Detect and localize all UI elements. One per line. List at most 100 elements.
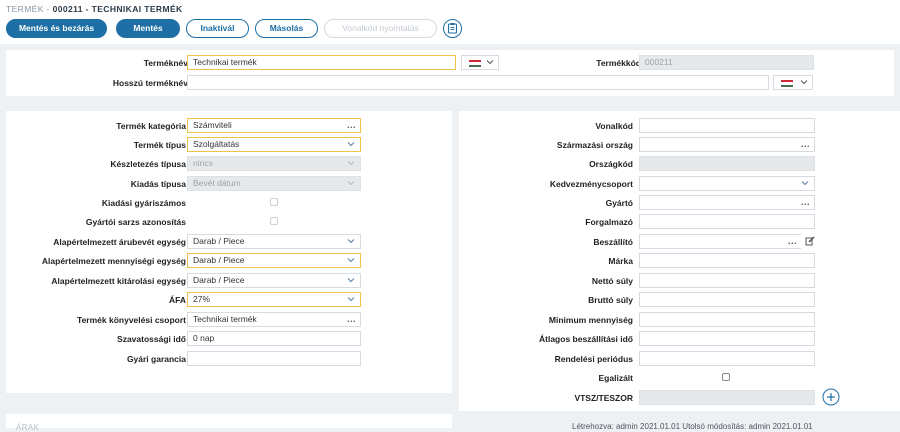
shelf-life-input[interactable]: 0 nap: [187, 331, 361, 346]
default-receipt-unit-select[interactable]: Darab / Piece: [187, 234, 361, 249]
default-issue-unit-label: Alapértelmezett kitárolási egység: [51, 276, 186, 286]
chevron-down-icon: [347, 142, 355, 147]
gross-weight-input[interactable]: [639, 292, 815, 307]
vtsz-label: VTSZ/TESZOR: [574, 393, 633, 403]
distributor-label: Forgalmazó: [585, 217, 633, 227]
toolbar-area: TERMÉK - 000211 - TECHNIKAI TERMÉK Menté…: [0, 0, 900, 44]
vtsz-input[interactable]: [639, 390, 815, 405]
name-label: Terméknév: [143, 58, 188, 68]
code-input[interactable]: 000211: [639, 55, 814, 70]
chevron-down-icon: [347, 239, 355, 244]
brand-input[interactable]: [639, 253, 815, 268]
shelf-life-label: Szavatossági idő: [117, 334, 186, 344]
warranty-input[interactable]: [187, 351, 361, 366]
issue-serial-checkbox[interactable]: [270, 198, 278, 206]
default-receipt-unit-value: Darab / Piece: [193, 236, 245, 246]
stock-type-value: nincs: [193, 158, 213, 168]
page-title: TERMÉK - 000211 - TECHNIKAI TERMÉK: [6, 4, 183, 14]
default-issue-unit-select[interactable]: Darab / Piece: [187, 273, 361, 288]
ellipsis-icon[interactable]: ...: [347, 119, 356, 132]
batch-id-label: Gyártói sarzs azonosítás: [85, 217, 186, 227]
type-value: Szolgáltatás: [193, 139, 240, 149]
long-name-input[interactable]: [187, 75, 769, 90]
stock-type-select[interactable]: nincs: [187, 156, 361, 171]
net-weight-label: Nettó súly: [591, 276, 633, 286]
general-properties-panel: Termék kategória Számviteli... Termék tí…: [6, 111, 452, 393]
country-code-input[interactable]: [639, 156, 815, 171]
save-button[interactable]: Mentés: [116, 19, 180, 38]
chevron-down-icon: [800, 80, 808, 85]
avg-lead-time-input[interactable]: [639, 331, 815, 346]
default-issue-unit-value: Darab / Piece: [193, 275, 245, 285]
ellipsis-icon[interactable]: ...: [801, 138, 810, 151]
chevron-down-icon: [347, 161, 355, 166]
warranty-label: Gyári garancia: [126, 354, 186, 364]
min-qty-input[interactable]: [639, 312, 815, 327]
supplier-input[interactable]: ...: [639, 234, 801, 249]
vat-value: 27%: [193, 294, 211, 304]
barcode-print-button[interactable]: Vonalkód nyomtatás: [324, 19, 437, 38]
default-qty-unit-value: Darab / Piece: [193, 255, 245, 265]
accounting-group-input[interactable]: Technikai termék...: [187, 312, 361, 327]
discount-group-select[interactable]: [639, 176, 815, 191]
origin-country-input[interactable]: ...: [639, 137, 815, 152]
chevron-down-icon: [347, 258, 355, 263]
barcode-input[interactable]: [639, 118, 815, 133]
discount-group-label: Kedvezménycsoport: [549, 179, 633, 189]
stock-type-label: Készletezés típusa: [110, 159, 186, 169]
record-meta: Létrehozva: admin 2021.01.01 Utolsó módo…: [572, 422, 813, 431]
settled-checkbox[interactable]: [722, 373, 730, 381]
default-receipt-unit-label: Alapértelmezett árubevét egység: [53, 237, 186, 247]
order-period-label: Rendelési periódus: [554, 354, 633, 364]
default-qty-unit-select[interactable]: Darab / Piece: [187, 253, 361, 268]
distributor-input[interactable]: [639, 214, 815, 229]
vat-select[interactable]: 27%: [187, 292, 361, 307]
barcode-label: Vonalkód: [595, 121, 633, 131]
type-label: Termék típus: [133, 140, 186, 150]
name-input[interactable]: Technikai termék: [187, 55, 456, 70]
issue-type-label: Kiadás típusa: [130, 179, 186, 189]
ellipsis-icon[interactable]: ...: [801, 196, 810, 209]
copy-button[interactable]: Másolás: [255, 19, 318, 38]
product-name-panel: Terméknév Technikai termék Termékkód 000…: [6, 50, 894, 96]
long-name-label: Hosszú terméknév: [112, 78, 188, 88]
chevron-down-icon: [486, 60, 494, 65]
origin-country-label: Származási ország: [556, 140, 633, 150]
page-title-code: 000211 - TECHNIKAI TERMÉK: [52, 4, 183, 14]
ellipsis-icon[interactable]: ...: [788, 235, 797, 248]
manufacturer-input[interactable]: ...: [639, 195, 815, 210]
avg-lead-time-label: Átlagos beszállítási idő: [539, 334, 633, 344]
settled-label: Egalizált: [598, 373, 633, 383]
default-qty-unit-label: Alapértelmezett mennyiségi egység: [41, 256, 186, 266]
pencil-icon[interactable]: [805, 236, 815, 246]
inactivate-button[interactable]: Inaktivál: [186, 19, 249, 38]
classification-panel: Vonalkód Származási ország ... Országkód…: [459, 111, 900, 411]
category-label: Termék kategória: [116, 121, 186, 131]
batch-id-checkbox[interactable]: [270, 217, 278, 225]
gross-weight-label: Bruttó súly: [588, 295, 633, 305]
manufacturer-label: Gyártó: [605, 198, 633, 208]
issue-type-select[interactable]: Bevét dátum: [187, 176, 361, 191]
supplier-label: Beszállító: [593, 237, 633, 247]
country-code-label: Országkód: [589, 159, 633, 169]
chevron-down-icon: [801, 181, 809, 186]
net-weight-input[interactable]: [639, 273, 815, 288]
name-language-select[interactable]: [461, 55, 499, 70]
hungary-flag-icon: [469, 60, 481, 67]
ellipsis-icon[interactable]: ...: [347, 313, 356, 326]
long-name-language-select[interactable]: [773, 75, 813, 90]
accounting-group-label: Termék könyvelési csoport: [77, 315, 186, 325]
category-value: Számviteli: [193, 120, 232, 130]
type-select[interactable]: Szolgáltatás: [187, 137, 361, 152]
plus-circle-icon[interactable]: [822, 388, 840, 406]
brand-label: Márka: [608, 256, 633, 266]
issue-type-value: Bevét dátum: [193, 178, 241, 188]
prices-section-header: ÁRAK: [6, 414, 452, 432]
save-and-close-button[interactable]: Mentés és bezárás: [6, 19, 107, 38]
order-period-input[interactable]: [639, 351, 815, 366]
chevron-down-icon: [347, 297, 355, 302]
chevron-down-icon: [347, 278, 355, 283]
page-title-prefix: TERMÉK -: [6, 4, 53, 14]
barcode-printer-icon[interactable]: [443, 19, 462, 38]
category-input[interactable]: Számviteli...: [187, 118, 361, 133]
